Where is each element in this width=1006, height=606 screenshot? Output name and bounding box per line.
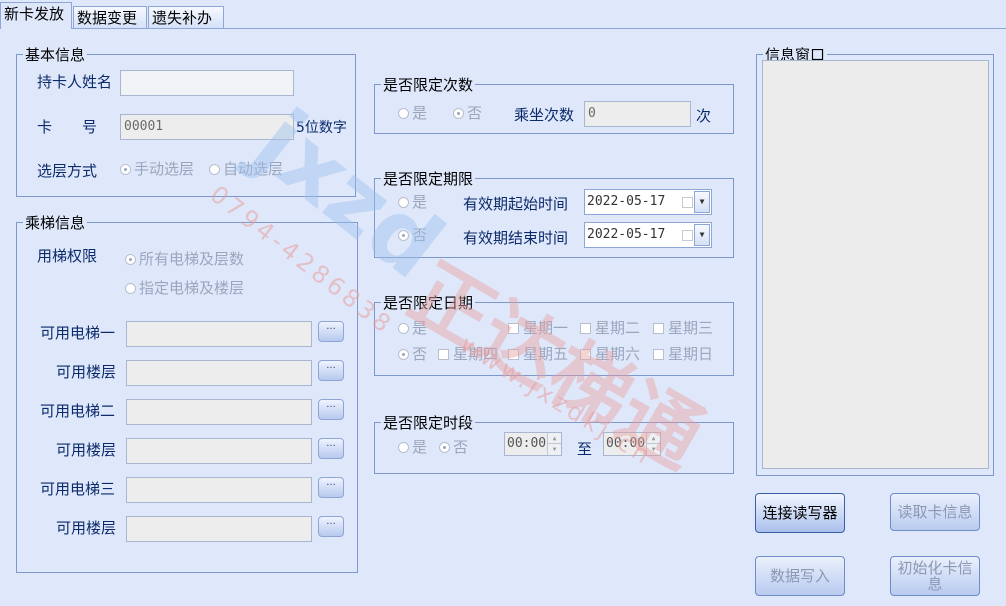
elevator-info-legend: 乘梯信息 — [25, 214, 86, 232]
tab-strip: 新卡发放 数据变更 遗失补办 — [0, 0, 1006, 29]
floor-3-input[interactable] — [126, 516, 312, 542]
elevator-3-input[interactable] — [126, 477, 312, 503]
elevator-1-label: 可用电梯一 — [40, 324, 116, 342]
sunday-checkbox[interactable]: 星期日 — [653, 343, 713, 364]
radio-checked-icon — [398, 230, 409, 241]
floor-1-input[interactable] — [126, 360, 312, 386]
floor-2-input[interactable] — [126, 438, 312, 464]
friday-checkbox[interactable]: 星期五 — [508, 343, 568, 364]
limit-period-no-radio[interactable]: 否 — [398, 224, 427, 245]
checkbox-icon — [438, 349, 449, 360]
limit-count-yes-radio[interactable]: 是 — [398, 102, 427, 123]
cardholder-name-input[interactable] — [120, 70, 294, 96]
chevron-down-icon[interactable]: ▼ — [694, 224, 710, 246]
start-date-label: 有效期起始时间 — [463, 195, 569, 213]
wednesday-checkbox[interactable]: 星期三 — [653, 317, 713, 338]
radio-unchecked-icon — [209, 164, 220, 175]
checkbox-icon — [508, 349, 519, 360]
end-date-label: 有效期结束时间 — [463, 229, 569, 247]
thursday-checkbox[interactable]: 星期四 — [438, 343, 498, 364]
spin-up-icon[interactable]: ▲ — [646, 433, 660, 444]
cardholder-name-label: 持卡人姓名 — [37, 73, 113, 91]
radio-unchecked-icon — [398, 442, 409, 453]
floor-2-label: 可用楼层 — [56, 441, 117, 459]
radio-checked-icon — [439, 442, 450, 453]
limit-date-yes-radio[interactable]: 是 — [398, 317, 427, 338]
time-to-spinner[interactable]: 00:00 ▲ ▼ — [603, 432, 661, 456]
init-card-button[interactable]: 初始化卡信息 — [890, 556, 980, 596]
ride-count-unit: 次 — [696, 107, 712, 125]
elevator-3-label: 可用电梯三 — [40, 480, 116, 498]
end-date-picker[interactable]: 2022-05-17 ▼ — [584, 222, 712, 248]
start-date-picker[interactable]: 2022-05-17 ▼ — [584, 189, 712, 215]
elevator-3-browse-button[interactable]: ··· — [318, 477, 344, 498]
monday-checkbox[interactable]: 星期一 — [508, 317, 568, 338]
floor-1-browse-button[interactable]: ··· — [318, 360, 344, 381]
chevron-down-icon[interactable]: ▼ — [694, 191, 710, 213]
limit-period-legend: 是否限定期限 — [383, 170, 474, 188]
limit-period-yes-radio[interactable]: 是 — [398, 191, 427, 212]
elevator-1-input[interactable] — [126, 321, 312, 347]
all-elevators-radio[interactable]: 所有电梯及层数 — [125, 248, 244, 269]
spin-down-icon[interactable]: ▼ — [646, 444, 660, 455]
checkbox-icon — [580, 349, 591, 360]
elevator-2-input[interactable] — [126, 399, 312, 425]
connect-reader-button[interactable]: 连接读写器 — [755, 493, 845, 533]
checkbox-icon — [653, 349, 664, 360]
checkbox-icon — [580, 323, 591, 334]
elevator-1-browse-button[interactable]: ··· — [318, 321, 344, 342]
radio-unchecked-icon — [398, 108, 409, 119]
tuesday-checkbox[interactable]: 星期二 — [580, 317, 640, 338]
radio-unchecked-icon — [398, 197, 409, 208]
checkbox-icon — [508, 323, 519, 334]
floor-mode-label: 选层方式 — [37, 162, 98, 180]
floor-3-browse-button[interactable]: ··· — [318, 516, 344, 537]
calendar-checkbox-icon — [682, 230, 693, 241]
elevator-2-label: 可用电梯二 — [40, 402, 116, 420]
radio-unchecked-icon — [398, 323, 409, 334]
card-number-hint: 5位数字 — [296, 120, 347, 136]
manual-floor-radio[interactable]: 手动选层 — [120, 158, 194, 179]
spin-down-icon[interactable]: ▼ — [547, 444, 561, 455]
limit-count-no-radio[interactable]: 否 — [453, 102, 482, 123]
limit-date-no-radio[interactable]: 否 — [398, 343, 427, 364]
radio-checked-icon — [398, 349, 409, 360]
write-data-button[interactable]: 数据写入 — [755, 556, 845, 596]
limit-date-legend: 是否限定日期 — [383, 294, 474, 312]
saturday-checkbox[interactable]: 星期六 — [580, 343, 640, 364]
limit-time-legend: 是否限定时段 — [383, 414, 474, 432]
calendar-checkbox-icon — [682, 197, 693, 208]
time-to-label: 至 — [577, 440, 593, 458]
floor-1-label: 可用楼层 — [56, 363, 117, 381]
read-card-button[interactable]: 读取卡信息 — [890, 493, 980, 531]
basic-info-legend: 基本信息 — [25, 46, 86, 64]
limit-time-yes-radio[interactable]: 是 — [398, 436, 427, 457]
floor-3-label: 可用楼层 — [56, 519, 117, 537]
tab-new-card[interactable]: 新卡发放 — [0, 2, 72, 29]
limit-count-legend: 是否限定次数 — [383, 76, 474, 94]
tab-lost-reissue[interactable]: 遗失补办 — [148, 6, 224, 28]
spin-up-icon[interactable]: ▲ — [547, 433, 561, 444]
time-from-spinner[interactable]: 00:00 ▲ ▼ — [504, 432, 562, 456]
specified-elevators-radio[interactable]: 指定电梯及楼层 — [125, 277, 244, 298]
card-number-label: 卡 号 — [37, 118, 98, 136]
floor-2-browse-button[interactable]: ··· — [318, 438, 344, 459]
radio-checked-icon — [120, 164, 131, 175]
auto-floor-radio[interactable]: 自动选层 — [209, 158, 283, 179]
checkbox-icon — [653, 323, 664, 334]
ride-count-input[interactable]: 0 — [584, 101, 691, 127]
limit-time-no-radio[interactable]: 否 — [439, 436, 468, 457]
ride-count-label: 乘坐次数 — [514, 106, 575, 124]
tab-data-change[interactable]: 数据变更 — [73, 6, 147, 28]
radio-unchecked-icon — [125, 283, 136, 294]
radio-checked-icon — [125, 254, 136, 265]
radio-checked-icon — [453, 108, 464, 119]
elevator-permission-label: 用梯权限 — [37, 247, 98, 265]
card-number-input[interactable]: 00001 — [120, 114, 294, 140]
elevator-2-browse-button[interactable]: ··· — [318, 399, 344, 420]
info-window-textarea[interactable] — [762, 60, 989, 469]
